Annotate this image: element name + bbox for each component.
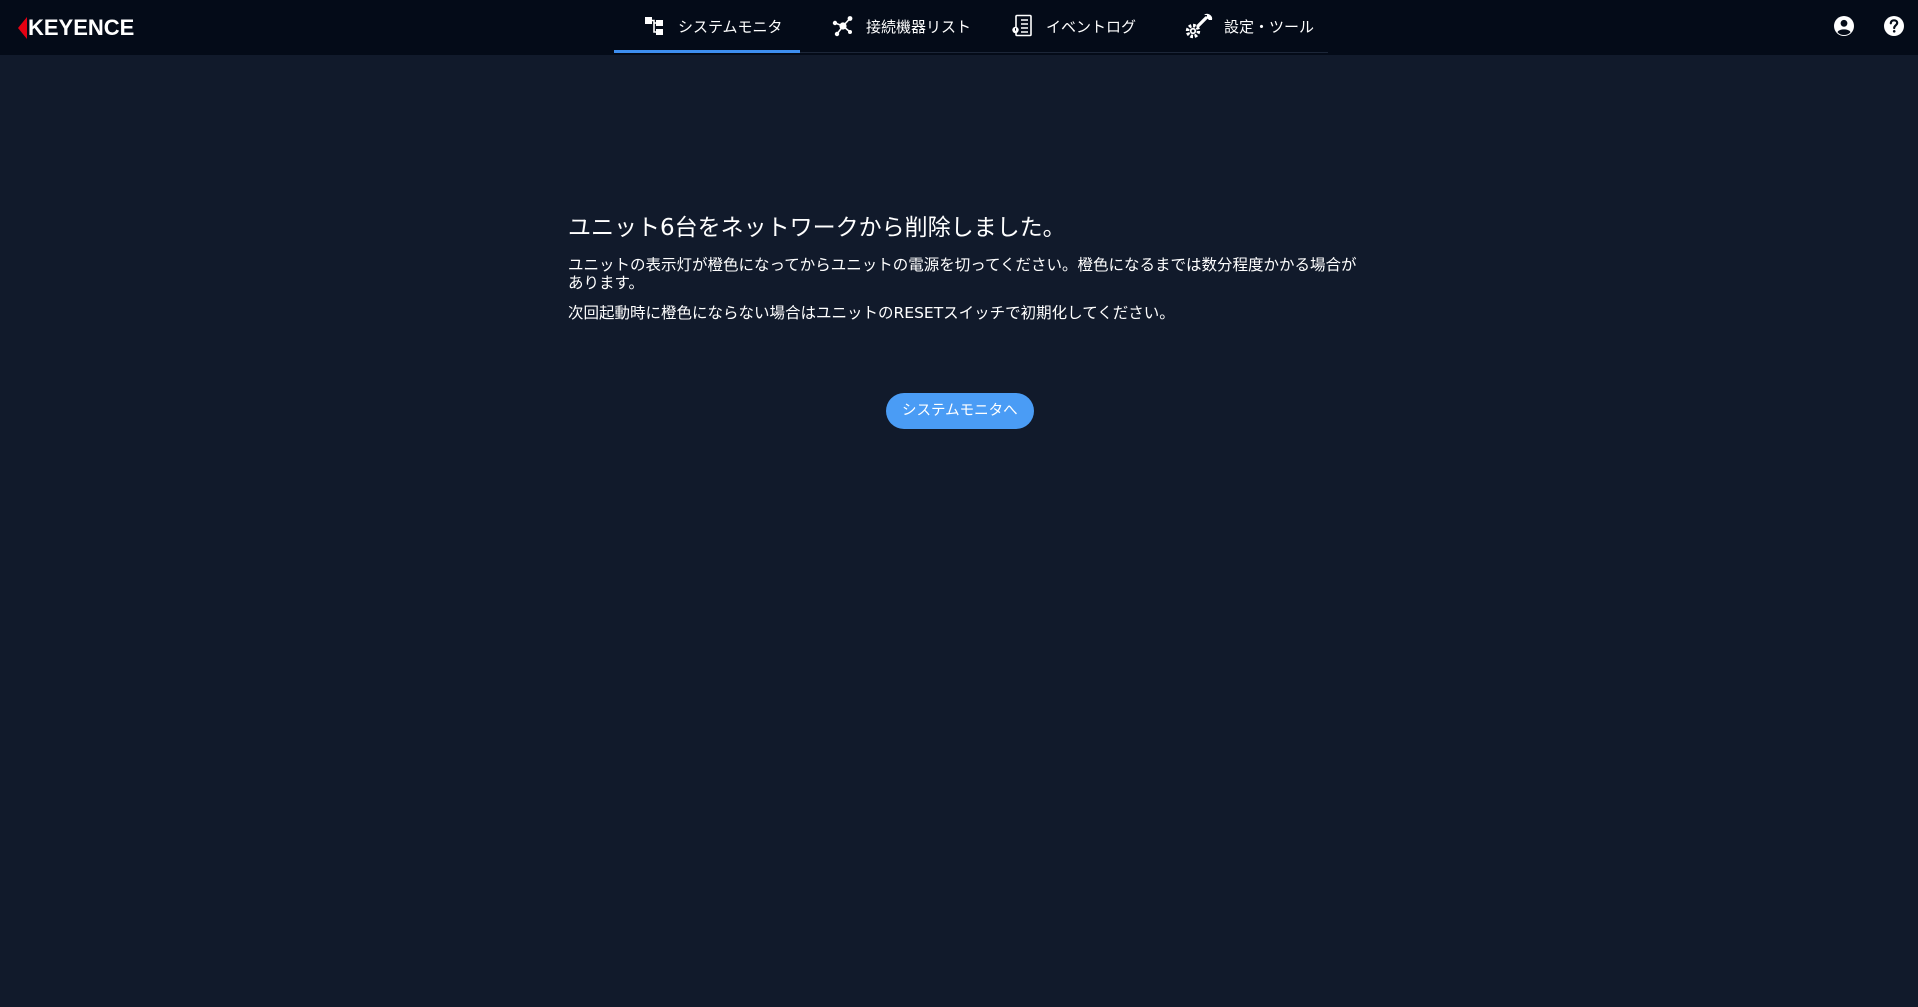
event-log-icon (1010, 13, 1036, 39)
connected-devices-icon (830, 13, 856, 39)
tab-label: イベントログ (1046, 17, 1137, 36)
user-account-icon[interactable] (1832, 14, 1856, 38)
help-icon[interactable] (1882, 14, 1906, 38)
keyence-logo[interactable]: KEYENCE (18, 16, 134, 40)
logo-text: KEYENCE (28, 15, 135, 40)
top-navigation-bar: KEYENCE システムモニタ 接続機器リスト イベントログ 設定・ツール (0, 0, 1918, 55)
tab-label: 接続機器リスト (866, 17, 972, 36)
result-message: ユニット6台をネットワークから削除しました。 ユニットの表示灯が橙色になってから… (568, 212, 1358, 334)
header-tools (1832, 14, 1906, 38)
page-title: ユニット6台をネットワークから削除しました。 (568, 215, 1066, 241)
tab-settings-tools[interactable]: 設定・ツール (1154, 0, 1328, 52)
reset-hint-text: 次回起動時に橙色にならない場合はユニットのRESETスイッチで初期化してください… (568, 304, 1175, 322)
go-to-system-monitor-button[interactable]: システムモニタへ (886, 393, 1034, 429)
tab-connected-devices[interactable]: 接続機器リスト (800, 0, 982, 52)
settings-tools-icon (1184, 13, 1214, 39)
tab-label: システムモニタ (678, 17, 783, 36)
tab-event-log[interactable]: イベントログ (982, 0, 1154, 52)
tab-system-monitor[interactable]: システムモニタ (614, 0, 800, 53)
system-monitor-icon (642, 13, 668, 39)
tab-label: 設定・ツール (1224, 17, 1315, 36)
instruction-text: ユニットの表示灯が橙色になってからユニットの電源を切ってください。橙色になるまで… (568, 256, 1357, 292)
logo-mark-icon (18, 17, 27, 39)
main-nav: システムモニタ 接続機器リスト イベントログ 設定・ツール (614, 0, 1328, 53)
action-area: システムモニタへ (886, 393, 1034, 429)
